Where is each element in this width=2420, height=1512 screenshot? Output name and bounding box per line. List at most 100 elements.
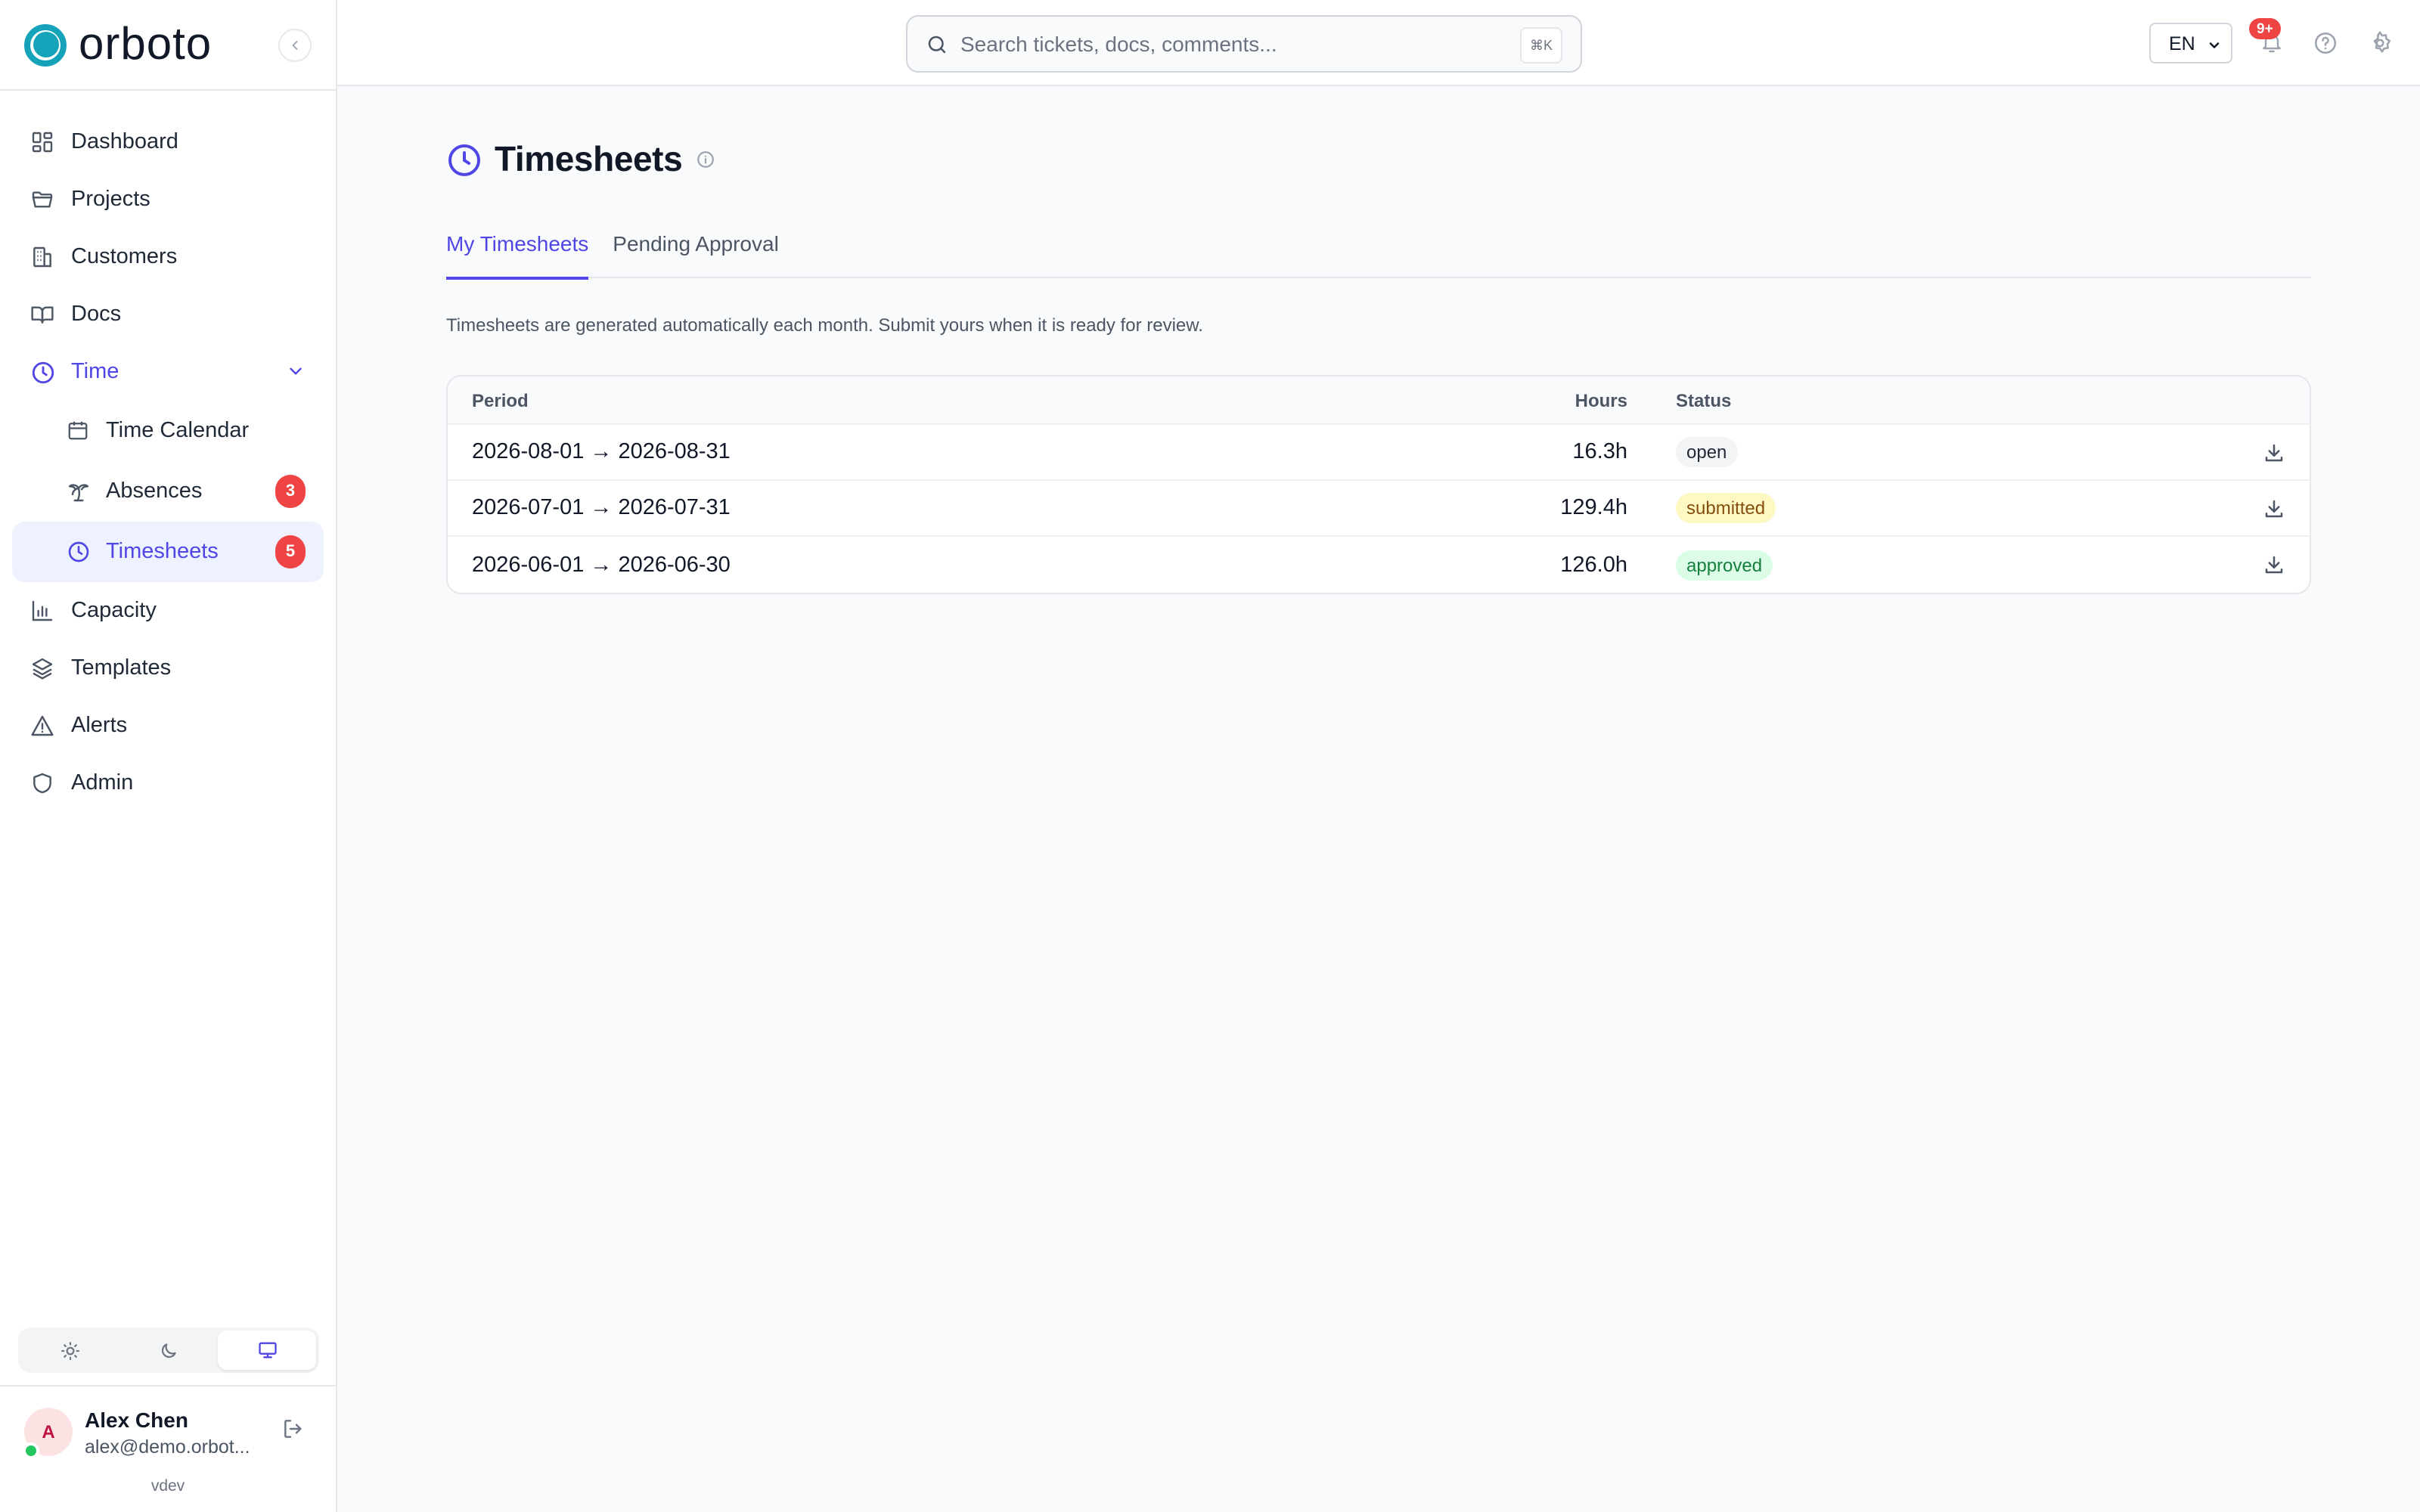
sidebar-item-label: Alerts — [71, 714, 128, 738]
language-select[interactable]: EN — [2149, 23, 2232, 64]
column-header-period[interactable]: Period — [448, 389, 1355, 411]
chevron-left-icon — [292, 41, 298, 50]
sidebar-item-timesheets[interactable]: Timesheets 5 — [12, 522, 324, 582]
status-badge: open — [1676, 437, 1738, 467]
user-email: alex@demo.orbot... — [85, 1436, 250, 1458]
column-header-hours[interactable]: Hours — [1355, 389, 1627, 411]
chevron-down-icon — [2209, 42, 2220, 48]
orboto-logo-icon[interactable] — [24, 23, 67, 66]
tab-my-timesheets[interactable]: My Timesheets — [446, 222, 589, 280]
sidebar-item-label: Templates — [71, 656, 172, 680]
period-cell: 2026-06-01 → 2026-06-30 — [472, 553, 731, 577]
brand-name: orboto — [79, 19, 213, 69]
calendar-icon — [67, 419, 91, 443]
theme-switcher — [18, 1328, 319, 1373]
download-button[interactable] — [2202, 553, 2310, 576]
search-icon — [928, 35, 946, 53]
table-row[interactable]: 2026-08-01 → 2026-08-31 16.3h open — [448, 425, 2310, 481]
theme-system-button[interactable] — [218, 1331, 316, 1370]
page-title: Timesheets — [495, 139, 683, 178]
period-cell: 2026-08-01 → 2026-08-31 — [472, 440, 731, 464]
building-icon — [30, 244, 56, 270]
sidebar-item-time-calendar[interactable]: Time Calendar — [12, 401, 324, 461]
column-header-status[interactable]: Status — [1627, 389, 2202, 411]
status-cell: open — [1627, 437, 2202, 467]
hours-cell: 16.3h — [1572, 440, 1627, 464]
sidebar-item-label: Capacity — [71, 599, 157, 623]
info-icon[interactable] — [696, 150, 715, 169]
shield-icon — [30, 770, 56, 796]
clock-icon — [448, 144, 480, 175]
sidebar-item-customers[interactable]: Customers — [12, 228, 324, 286]
palm-tree-icon — [67, 479, 91, 503]
collapse-sidebar-button[interactable] — [278, 29, 312, 62]
layers-icon — [30, 655, 56, 681]
status-badge: submitted — [1676, 493, 1776, 523]
timesheets-table: Period Hours Status 2026-08-01 → 2026-08… — [446, 375, 2311, 594]
tab-bar: My Timesheets Pending Approval — [446, 222, 2311, 280]
sidebar-item-docs[interactable]: Docs — [12, 286, 324, 343]
download-button[interactable] — [2202, 497, 2310, 519]
status-badge: approved — [1676, 550, 1773, 580]
sidebar-item-templates[interactable]: Templates — [12, 640, 324, 697]
notification-count-badge: 9+ — [2249, 18, 2281, 39]
page-header: Timesheets — [446, 139, 715, 180]
sidebar-item-label: Time Calendar — [106, 419, 250, 443]
sidebar-item-alerts[interactable]: Alerts — [12, 697, 324, 754]
monitor-icon — [258, 1342, 276, 1359]
download-icon — [2265, 443, 2283, 461]
period-cell: 2026-07-01 → 2026-07-31 — [472, 496, 731, 520]
folder-icon — [30, 187, 56, 212]
sidebar-nav: Dashboard Projects Customers Docs Time T… — [0, 91, 336, 812]
help-button[interactable] — [2313, 30, 2338, 64]
book-icon — [30, 302, 56, 327]
gear-icon — [2373, 31, 2391, 53]
sidebar-item-label: Absences — [106, 479, 203, 503]
sidebar-item-time[interactable]: Time — [12, 343, 324, 401]
sidebar-item-label: Docs — [71, 302, 122, 327]
chevron-down-icon[interactable] — [286, 361, 306, 387]
sidebar-item-label: Projects — [71, 187, 150, 212]
main-area: ⌘K EN 9+ Timesheets — [337, 0, 2420, 1512]
search-input[interactable] — [960, 32, 1505, 56]
tab-pending-approval[interactable]: Pending Approval — [613, 222, 779, 278]
app-version: vdev — [150, 1477, 185, 1495]
download-button[interactable] — [2202, 441, 2310, 463]
download-icon — [2265, 556, 2283, 574]
sidebar-item-dashboard[interactable]: Dashboard — [12, 113, 324, 171]
table-row[interactable]: 2026-06-01 → 2026-06-30 126.0h approved — [448, 537, 2310, 593]
logout-button[interactable] — [281, 1417, 306, 1448]
sidebar-item-label: Time — [71, 360, 119, 384]
theme-light-button[interactable] — [21, 1331, 119, 1370]
moon-icon — [161, 1343, 176, 1358]
theme-dark-button[interactable] — [119, 1331, 218, 1370]
alert-triangle-icon — [30, 713, 56, 739]
hours-cell: 126.0h — [1560, 553, 1627, 577]
search-box[interactable]: ⌘K — [906, 15, 1582, 73]
help-circle-icon — [2314, 32, 2337, 54]
status-cell: submitted — [1627, 493, 2202, 523]
sidebar-item-label: Customers — [71, 245, 178, 269]
table-row[interactable]: 2026-07-01 → 2026-07-31 129.4h submitted — [448, 481, 2310, 537]
sidebar-item-absences[interactable]: Absences 3 — [12, 461, 324, 522]
online-status-indicator — [23, 1442, 39, 1459]
sidebar-item-admin[interactable]: Admin — [12, 754, 324, 812]
bar-chart-icon — [30, 598, 56, 624]
sidebar-item-projects[interactable]: Projects — [12, 171, 324, 228]
sun-icon — [61, 1341, 79, 1359]
language-value: EN — [2169, 33, 2195, 54]
topbar: ⌘K EN 9+ — [337, 0, 2420, 86]
download-icon — [2265, 499, 2283, 517]
hours-cell: 129.4h — [1560, 496, 1627, 520]
sidebar-item-capacity[interactable]: Capacity — [12, 582, 324, 640]
settings-button[interactable] — [2367, 30, 2393, 64]
absences-count-badge: 3 — [275, 475, 306, 508]
clock-icon — [30, 359, 56, 385]
user-name: Alex Chen — [85, 1408, 188, 1432]
user-profile: A Alex Chen alex@demo.orbot... vdev — [0, 1385, 336, 1512]
timesheets-count-badge: 5 — [275, 535, 306, 569]
sidebar: orboto Dashboard Projects Customers Docs… — [0, 0, 337, 1512]
status-cell: approved — [1627, 550, 2202, 580]
logout-icon — [284, 1420, 302, 1438]
table-header: Period Hours Status — [448, 376, 2310, 425]
